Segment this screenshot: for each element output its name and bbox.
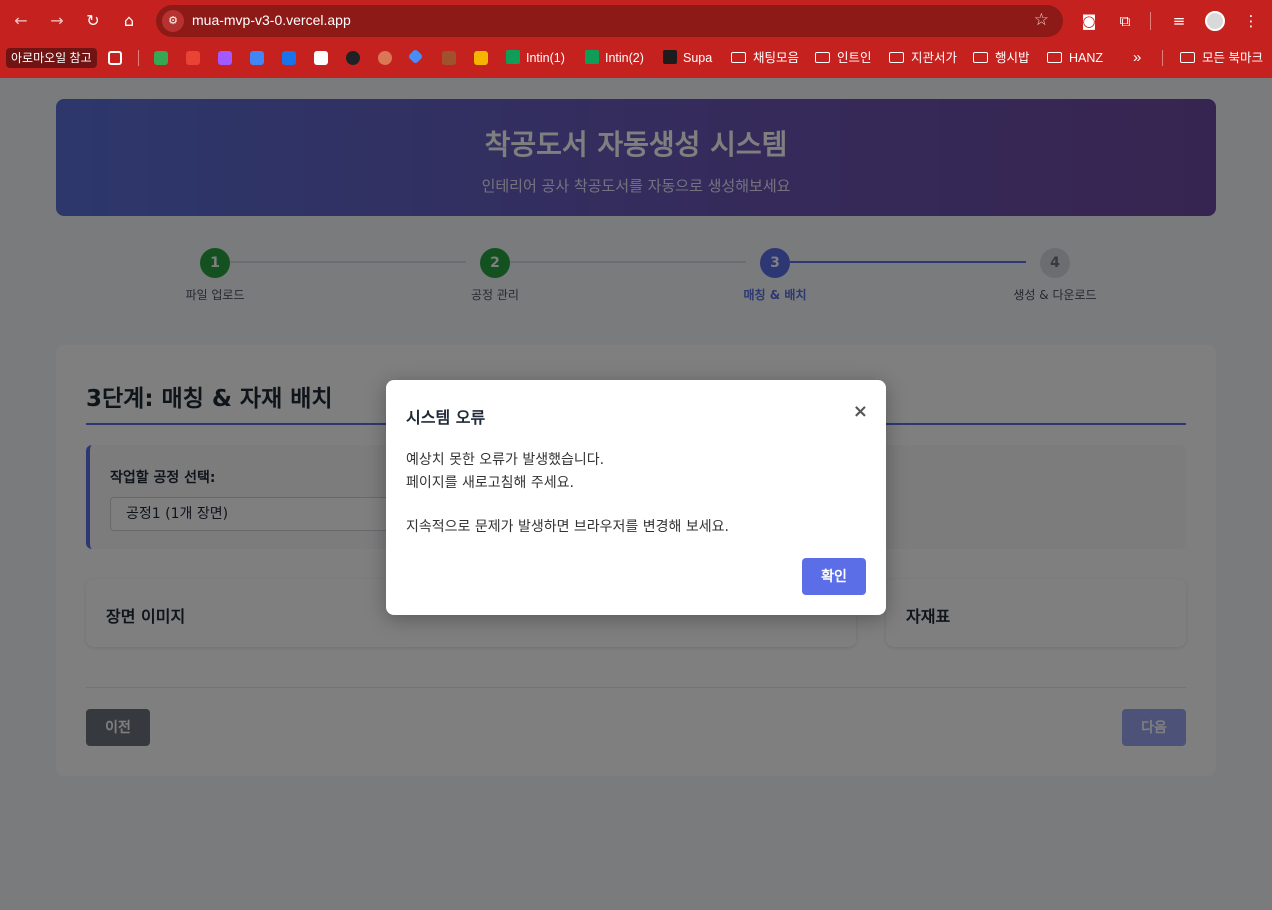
openai-icon[interactable] bbox=[346, 51, 360, 65]
sheets-icon bbox=[506, 50, 520, 64]
folder-icon bbox=[1047, 52, 1062, 63]
translate-icon[interactable] bbox=[250, 51, 264, 65]
bookmark-chip[interactable]: 아로마오일 참고 bbox=[6, 48, 97, 68]
bookmark-folder[interactable]: HANZ bbox=[1047, 49, 1103, 67]
figma-icon[interactable] bbox=[218, 51, 232, 65]
modal-message: 예상치 못한 오류가 발생했습니다. 페이지를 새로고침해 주세요. 지속적으로… bbox=[406, 449, 866, 539]
bookmarks-overflow-chevron-icon[interactable]: » bbox=[1133, 49, 1141, 67]
maps-icon[interactable] bbox=[314, 51, 328, 65]
bookmark-folder[interactable]: 인트인 bbox=[815, 49, 872, 67]
modal-title: 시스템 오류 bbox=[406, 408, 486, 427]
bookmarks-separator bbox=[138, 50, 139, 66]
home-icon[interactable]: ⌂ bbox=[117, 9, 141, 33]
modal-message-line: 페이지를 새로고침해 주세요. bbox=[406, 475, 574, 491]
claude-icon[interactable] bbox=[378, 51, 392, 65]
url-text: mua-mvp-v3-0.vercel.app bbox=[192, 12, 351, 28]
bookmark-star-icon[interactable]: ☆ bbox=[1034, 10, 1049, 30]
gmail-icon[interactable] bbox=[186, 51, 200, 65]
bookmarks-bar: 아로마오일 참고 Intin(1) Intin(2) Supa 채팅모음 인트인… bbox=[0, 42, 1272, 74]
address-bar[interactable]: ⚙ mua-mvp-v3-0.vercel.app ☆ bbox=[156, 5, 1063, 37]
bookmarks-separator bbox=[1162, 50, 1163, 66]
supabase-icon bbox=[663, 50, 677, 64]
site-settings-icon[interactable]: ⚙ bbox=[162, 10, 184, 32]
calendar-icon[interactable] bbox=[282, 51, 296, 65]
folder-icon bbox=[731, 52, 746, 63]
extensions-icon[interactable]: ⧉ bbox=[1113, 9, 1137, 33]
kebab-menu-icon[interactable]: ⋮ bbox=[1239, 9, 1263, 33]
folder-icon bbox=[889, 52, 904, 63]
reload-icon[interactable]: ↻ bbox=[81, 9, 105, 33]
gemini-icon[interactable] bbox=[407, 48, 424, 65]
bookmark-supa[interactable]: Supa bbox=[663, 49, 712, 67]
confirm-button[interactable]: 확인 bbox=[802, 558, 866, 595]
modal-message-line: 지속적으로 문제가 발생하면 브라우저를 변경해 보세요. bbox=[406, 519, 729, 535]
bookmark-site-icon[interactable] bbox=[442, 51, 456, 65]
bookmark-folder[interactable]: 채팅모음 bbox=[731, 49, 799, 67]
browser-toolbar: ← → ↻ ⌂ ⚙ mua-mvp-v3-0.vercel.app ☆ ◙ ⧉ … bbox=[0, 0, 1272, 42]
bookmark-folder[interactable]: 행시밥 bbox=[973, 49, 1030, 67]
sheets-icon bbox=[585, 50, 599, 64]
bookmark-folder[interactable]: 지관서가 bbox=[889, 49, 957, 67]
folder-icon bbox=[1180, 52, 1195, 63]
error-modal: 시스템 오류 × 예상치 못한 오류가 발생했습니다. 페이지를 새로고침해 주… bbox=[386, 380, 886, 615]
forward-arrow-icon[interactable]: → bbox=[45, 9, 69, 33]
modal-message-line: 예상치 못한 오류가 발생했습니다. bbox=[406, 452, 605, 468]
media-playlist-icon[interactable]: ≡ bbox=[1167, 9, 1191, 33]
profile-avatar[interactable] bbox=[1205, 11, 1225, 31]
bookmark-intin2[interactable]: Intin(2) bbox=[585, 49, 644, 67]
bookmark-site-icon[interactable] bbox=[474, 51, 488, 65]
folder-icon bbox=[815, 52, 830, 63]
camera-icon[interactable]: ◙ bbox=[1077, 9, 1101, 33]
bookmark-intin1[interactable]: Intin(1) bbox=[506, 49, 565, 67]
back-arrow-icon[interactable]: ← bbox=[9, 9, 33, 33]
folder-icon bbox=[973, 52, 988, 63]
bookmark-all[interactable]: 모든 북마크 bbox=[1180, 49, 1263, 67]
toolbar-separator bbox=[1150, 12, 1151, 30]
close-icon[interactable]: × bbox=[853, 402, 868, 422]
drive-icon[interactable] bbox=[154, 51, 168, 65]
apps-grid-icon[interactable] bbox=[108, 51, 122, 65]
browser-chrome: ← → ↻ ⌂ ⚙ mua-mvp-v3-0.vercel.app ☆ ◙ ⧉ … bbox=[0, 0, 1272, 78]
